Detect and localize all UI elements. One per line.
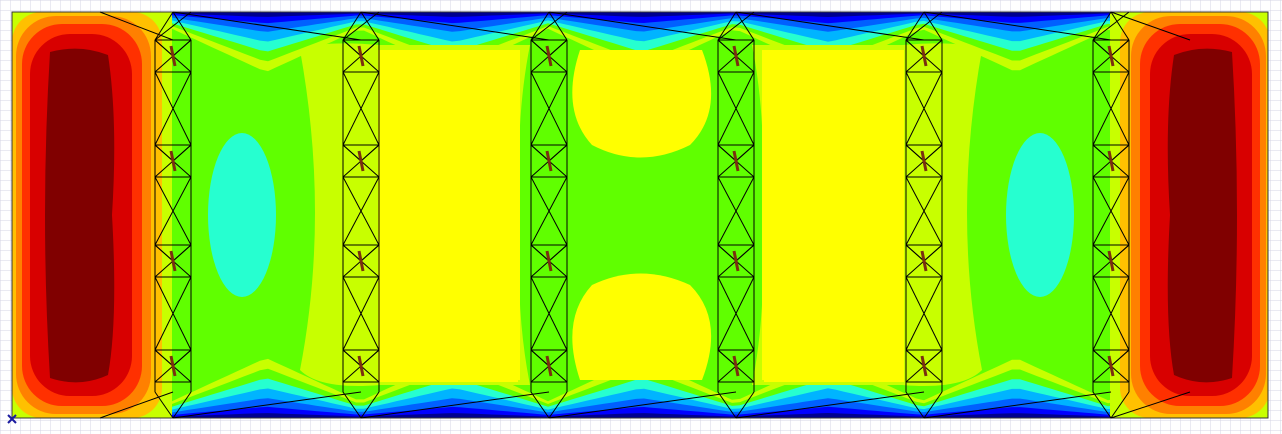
stress-contour-field [12,12,1268,418]
fem-viewport[interactable] [0,0,1282,434]
cyan-blob-right [1006,133,1074,297]
center-bottom-lobe [572,273,712,380]
cyan-blob-left [208,133,276,297]
center-top-lobe [572,50,712,158]
hot-zone-left [12,12,172,418]
hot-zone-right [1110,12,1268,418]
